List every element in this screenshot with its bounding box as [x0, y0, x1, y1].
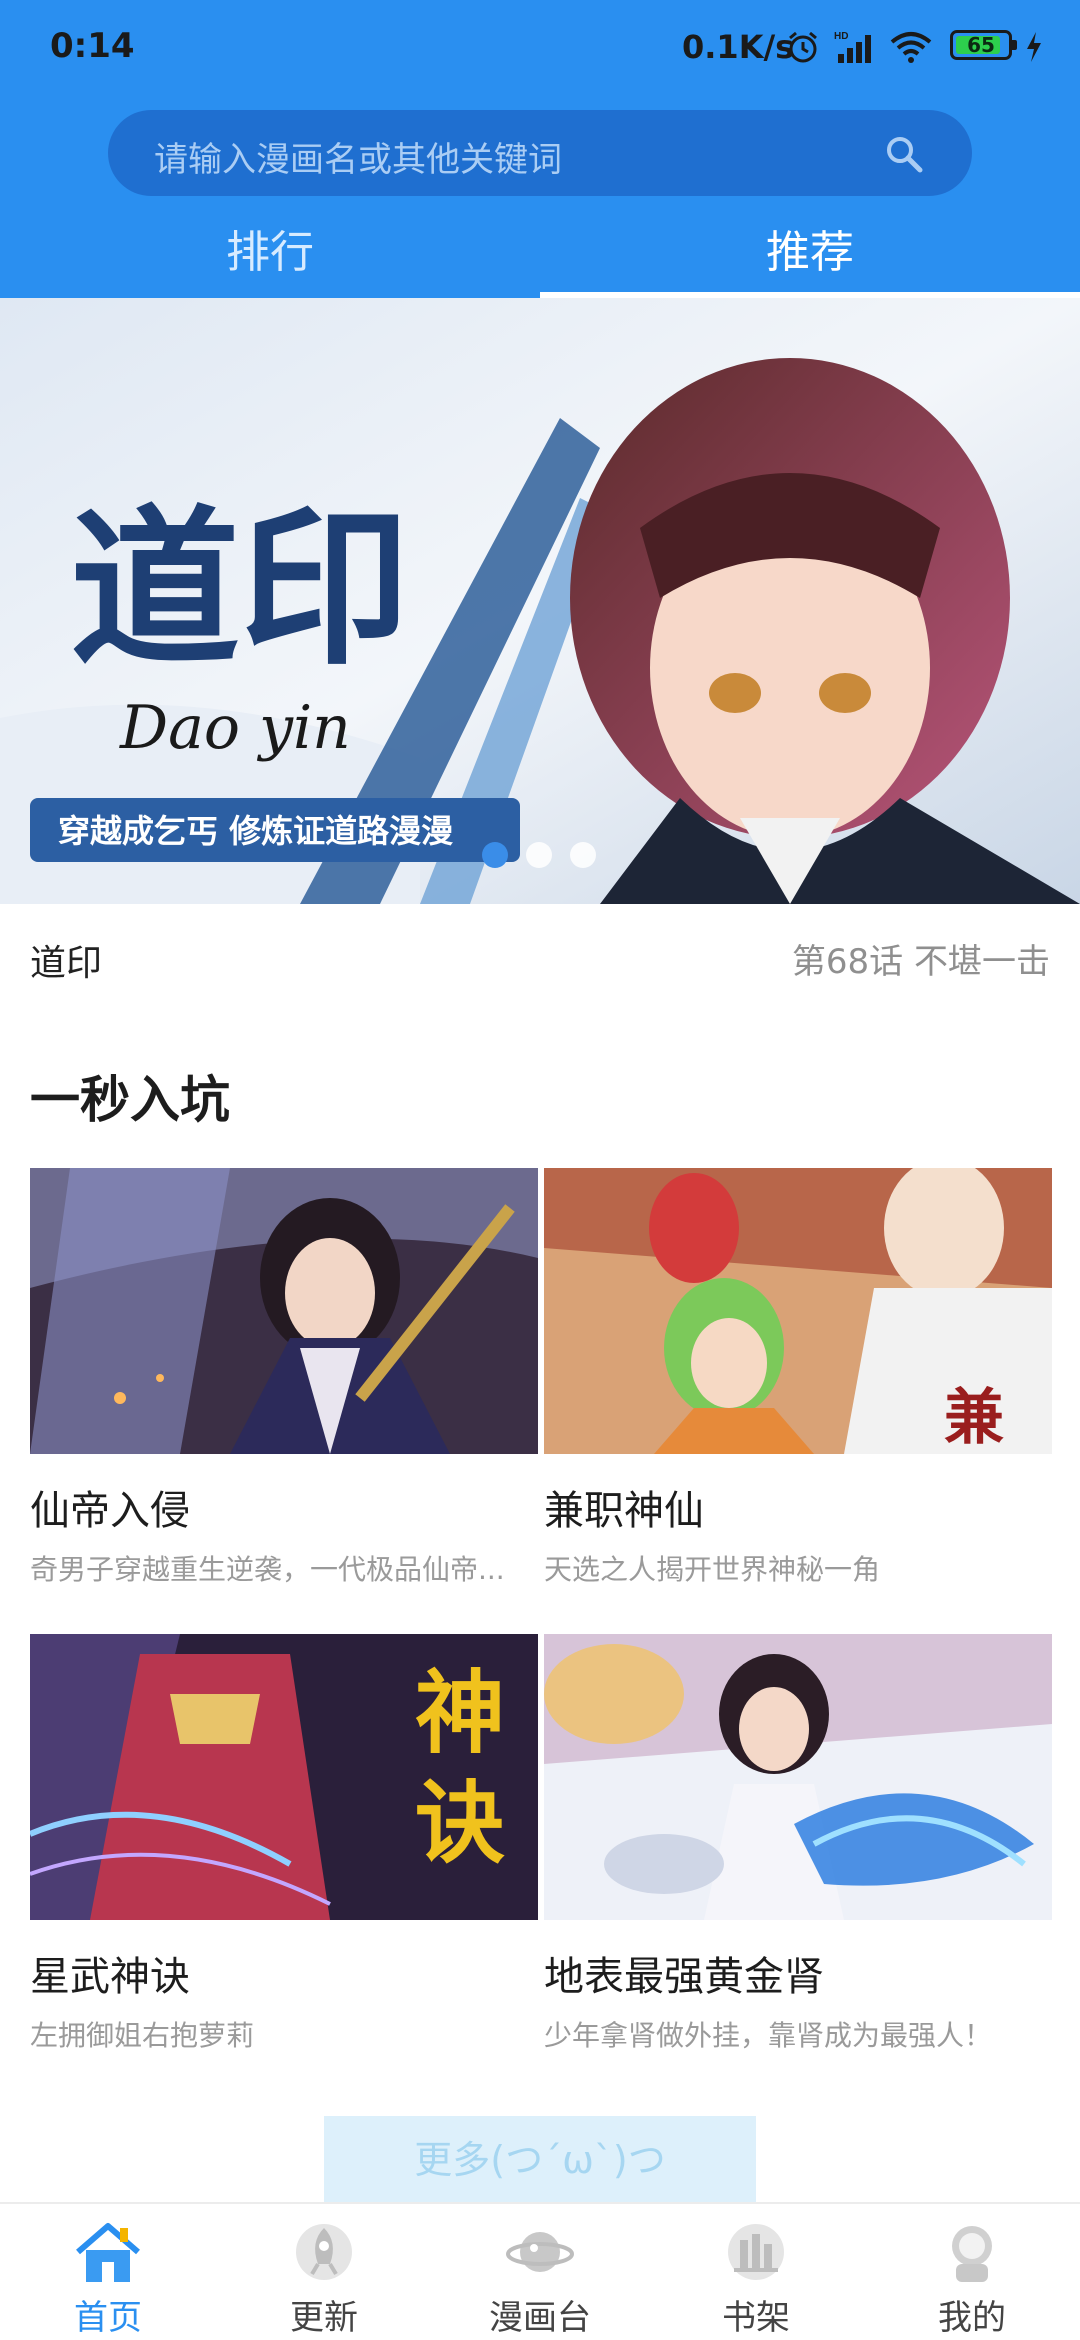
comic-desc: 少年拿肾做外挂，靠肾成为最强人！: [544, 2019, 993, 2052]
wifi-icon: [890, 32, 932, 63]
nav-label: 我的: [938, 2298, 1006, 2338]
carousel-dot[interactable]: [526, 842, 552, 868]
carousel-dot[interactable]: [570, 842, 596, 868]
nav-item-profile[interactable]: 我的: [864, 2204, 1080, 2340]
comic-name: 兼职神仙: [544, 1488, 704, 1534]
comic-card[interactable]: 地表最强黄金肾 少年拿肾做外挂，靠肾成为最强人！: [544, 1634, 1052, 2052]
comic-name: 星武神诀: [30, 1954, 190, 2000]
comic-cover: 兼: [544, 1168, 1052, 1454]
comic-name: 仙帝入侵: [30, 1488, 190, 1534]
svg-text:Dao yin: Dao yin: [119, 693, 351, 763]
nav-item-home[interactable]: 首页: [0, 2204, 216, 2340]
tab-label: 排行: [226, 227, 314, 278]
bookshelf-icon: [728, 2224, 784, 2280]
comic-desc: 天选之人揭开世界神秘一角: [544, 1553, 881, 1586]
rocket-icon: [296, 2224, 352, 2280]
more-button[interactable]: 更多(つ´ω`)つ: [324, 2116, 756, 2204]
comic-cover: [544, 1634, 1052, 1920]
signal-icon: HD: [834, 31, 871, 63]
astronaut-icon: [952, 2226, 992, 2282]
planet-icon: [506, 2232, 574, 2272]
nav-item-comic-station[interactable]: 漫画台: [432, 2204, 648, 2340]
nav-label: 更新: [290, 2298, 358, 2338]
featured-title: 道印: [30, 943, 103, 984]
svg-text:HD: HD: [834, 31, 848, 42]
charging-icon: [1027, 32, 1041, 62]
status-time: 0:14: [50, 26, 135, 66]
battery-level: 65: [967, 33, 995, 57]
svg-text:诀: 诀: [415, 1770, 505, 1876]
nav-label: 首页: [74, 2298, 142, 2338]
tab-recommend[interactable]: 推荐: [540, 218, 1080, 298]
alarm-icon: [789, 31, 817, 63]
search-icon[interactable]: [884, 134, 924, 174]
battery-icon: 65: [950, 30, 1017, 60]
comic-card[interactable]: 兼 兼职神仙 天选之人揭开世界神秘一角: [544, 1168, 1052, 1586]
nav-label: 书架: [722, 2298, 790, 2338]
nav-item-bookshelf[interactable]: 书架: [648, 2204, 864, 2340]
tab-ranking[interactable]: 排行: [0, 218, 540, 298]
bottom-nav: 首页 更新 漫画台 书架 我的: [0, 2202, 1080, 2340]
top-tabs: 排行 推荐: [0, 218, 1080, 298]
banner-carousel[interactable]: 道印 Dao yin 穿越成乞丐 修炼证道路漫漫: [0, 298, 1080, 904]
featured-chapter: 第68话 不堪一击: [791, 942, 1050, 982]
svg-text:穿越成乞丐 修炼证道路漫漫: 穿越成乞丐 修炼证道路漫漫: [58, 812, 453, 850]
tab-label: 推荐: [766, 227, 854, 278]
search-bar[interactable]: 请输入漫画名或其他关键词: [108, 110, 972, 196]
featured-row[interactable]: 道印 第68话 不堪一击: [0, 904, 1080, 1014]
comic-desc: 左拥御姐右抱萝莉: [30, 2019, 255, 2052]
network-speed: 0.1K/s: [682, 28, 795, 66]
search-input[interactable]: 请输入漫画名或其他关键词: [154, 132, 562, 181]
comic-desc: 奇男子穿越重生逆袭，一代极品仙帝...: [30, 1553, 505, 1586]
comic-card[interactable]: 神 诀 星武神诀 左拥御姐右抱萝莉: [30, 1634, 538, 2052]
comic-name: 地表最强黄金肾: [544, 1954, 824, 2000]
comic-cover: 神 诀: [30, 1634, 538, 1920]
section-title: 一秒入坑: [30, 1071, 230, 1129]
svg-text:兼: 兼: [944, 1383, 1004, 1453]
svg-text:神: 神: [415, 1660, 505, 1766]
comic-cover: [30, 1168, 538, 1454]
banner-title-art: 道印: [70, 489, 410, 689]
status-bar: 0:14 0.1K/s HD 65: [0, 0, 1080, 96]
nav-label: 漫画台: [489, 2298, 591, 2338]
banner-image: 道印 Dao yin 穿越成乞丐 修炼证道路漫漫: [0, 298, 1080, 904]
comic-card[interactable]: 仙帝入侵 奇男子穿越重生逆袭，一代极品仙帝...: [30, 1168, 538, 1586]
app-header: 0:14 0.1K/s HD 65 请输入漫画名或其他关键词 排行 推荐: [0, 0, 1080, 298]
home-icon: [76, 2223, 140, 2282]
nav-item-updates[interactable]: 更新: [216, 2204, 432, 2340]
carousel-dot[interactable]: [482, 842, 508, 868]
